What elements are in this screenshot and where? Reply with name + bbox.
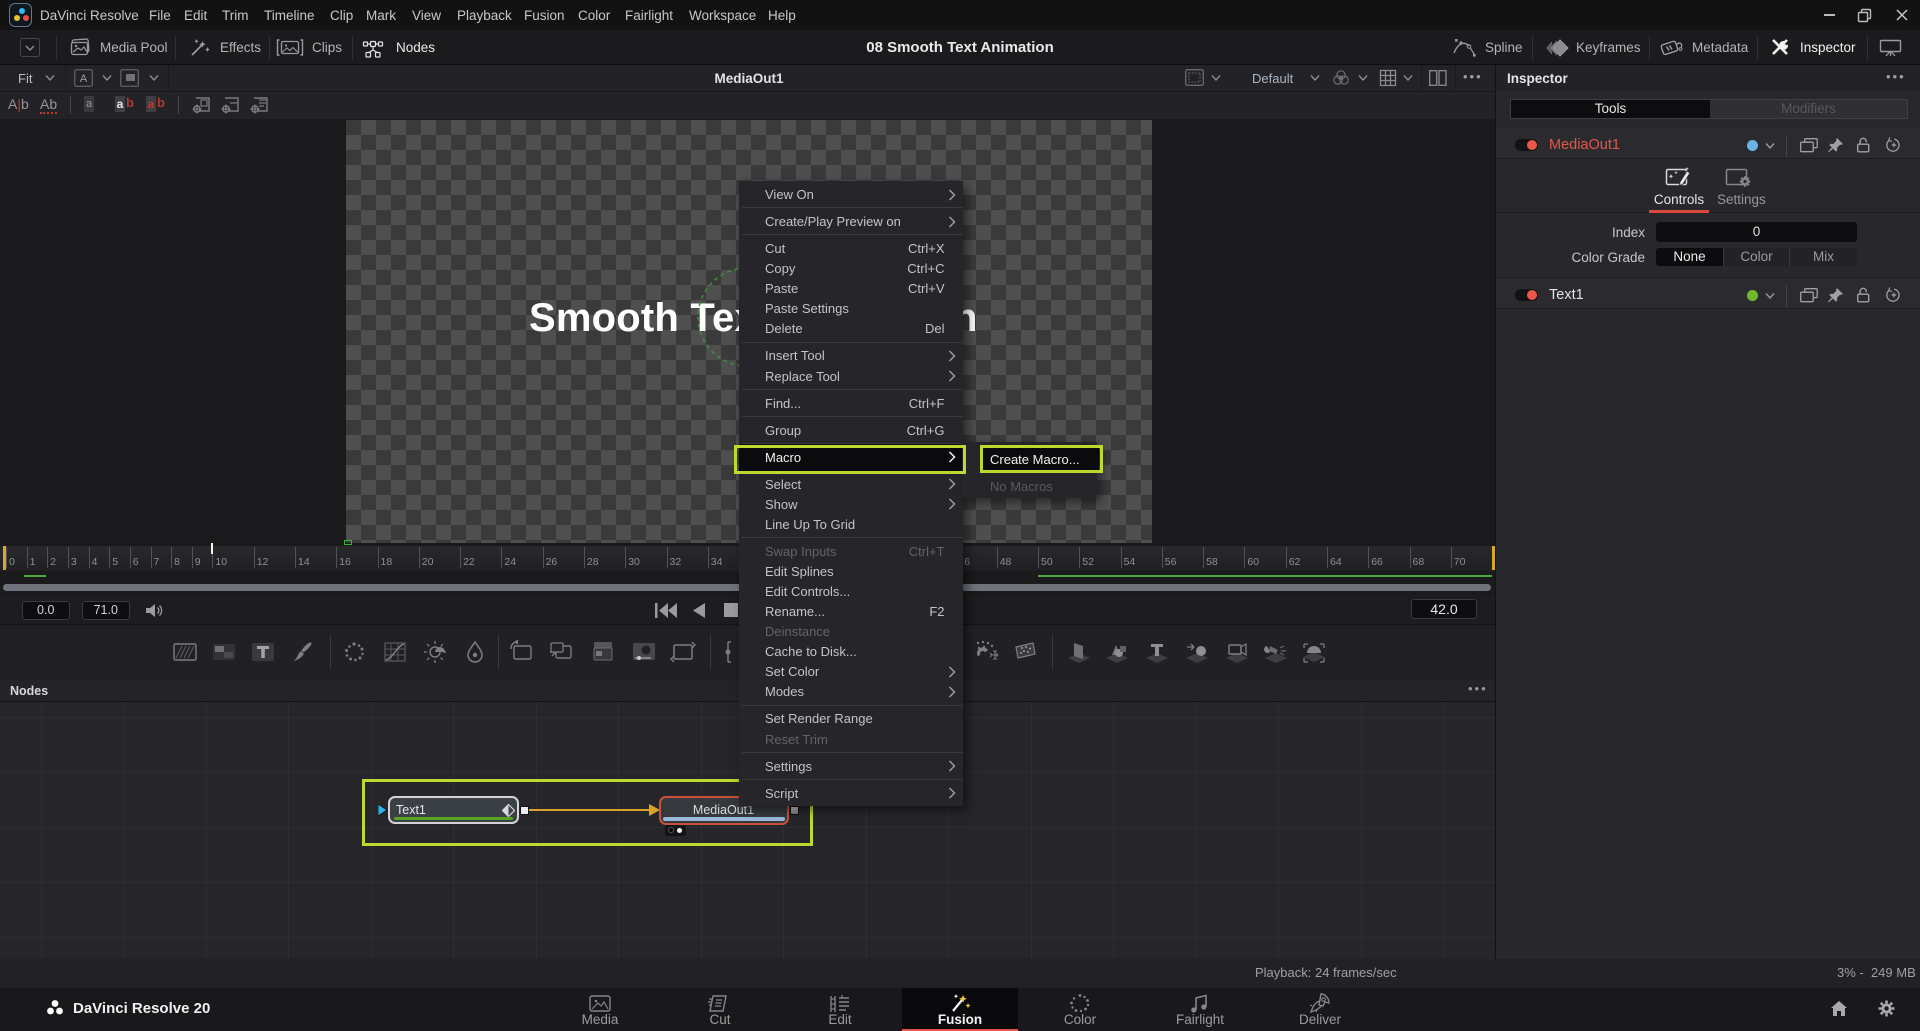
svg-text:A: A xyxy=(80,73,88,85)
